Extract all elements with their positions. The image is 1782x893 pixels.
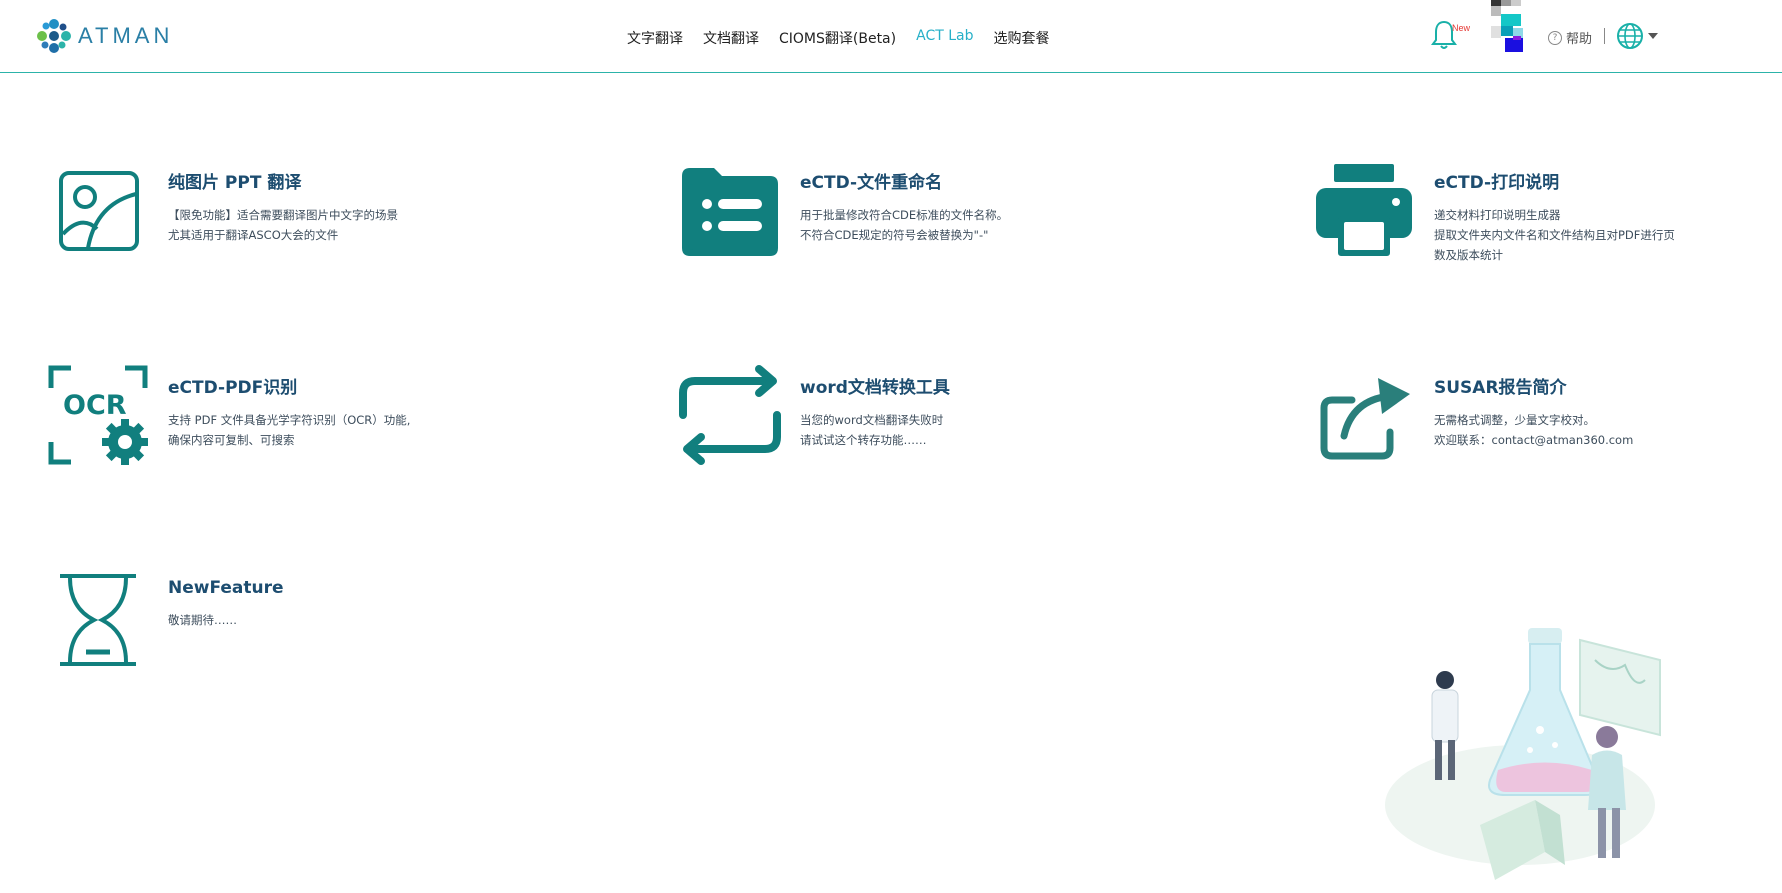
help-label: 帮助: [1566, 32, 1593, 47]
card-image-ppt-translate[interactable]: 纯图片 PPT 翻译 【限免功能】适合需要翻译图片中文字的场景 尤其适用于翻译A…: [46, 158, 418, 262]
card-title: NewFeature: [168, 578, 284, 598]
card-desc-line: 【限免功能】适合需要翻译图片中文字的场景: [168, 208, 398, 222]
nav-item-text-translate[interactable]: 文字翻译: [617, 24, 693, 52]
card-desc-line: 请试试这个转存功能……: [800, 433, 927, 447]
card-title: word文档转换工具: [800, 378, 950, 398]
card-ectd-pdf-ocr[interactable]: OCR eCTD-PDF识别 支持 PDF 文件具备光学字符识别（OCR）功能,…: [46, 363, 418, 467]
card-new-feature[interactable]: NewFeature 敬请期待……: [46, 568, 418, 672]
header-divider: [1604, 28, 1605, 44]
card-ectd-print-guide[interactable]: eCTD-打印说明 递交材料打印说明生成器 提取文件夹内文件名和文件结构且对PD…: [1312, 158, 1684, 265]
card-desc-line: 提取文件夹内文件名和文件结构且对PDF进行页数及版本统计: [1434, 228, 1675, 262]
logo[interactable]: ATMAN: [36, 18, 173, 54]
card-desc-line: 递交材料打印说明生成器: [1434, 208, 1561, 222]
main-nav: 文字翻译 文档翻译 CIOMS翻译(Beta) ACT Lab 选购套餐: [617, 24, 1059, 52]
avatar[interactable]: [1483, 0, 1531, 56]
card-title: eCTD-打印说明: [1434, 173, 1560, 193]
ocr-icon: OCR: [46, 363, 150, 467]
card-desc-line: 不符合CDE规定的符号会被替换为"-": [800, 228, 989, 242]
new-badge: New: [1452, 23, 1471, 33]
nav-item-act-lab[interactable]: ACT Lab: [906, 24, 983, 52]
language-switcher[interactable]: [1616, 22, 1658, 50]
card-title: eCTD-PDF识别: [168, 378, 298, 398]
card-ectd-rename[interactable]: eCTD-文件重命名 用于批量修改符合CDE标准的文件名称。 不符合CDE规定的…: [678, 158, 1050, 262]
repeat-arrows-icon: [678, 363, 782, 467]
card-desc-line: 欢迎联系：contact@atman360.com: [1434, 433, 1634, 447]
card-title: eCTD-文件重命名: [800, 173, 943, 193]
globe-icon: [1617, 23, 1643, 49]
nav-item-doc-translate[interactable]: 文档翻译: [693, 24, 769, 52]
card-word-converter[interactable]: word文档转换工具 当您的word文档翻译失败时 请试试这个转存功能……: [678, 363, 1050, 467]
nav-item-plans[interactable]: 选购套餐: [983, 24, 1059, 52]
top-header: ATMAN 文字翻译 文档翻译 CIOMS翻译(Beta) ACT Lab 选购…: [0, 0, 1782, 73]
card-desc-line: 用于批量修改符合CDE标准的文件名称。: [800, 208, 1009, 222]
card-title: SUSAR报告简介: [1434, 378, 1567, 398]
brand-name: ATMAN: [78, 23, 174, 48]
card-desc-line: 确保内容可复制、可搜索: [168, 433, 295, 447]
lab-illustration: [1385, 628, 1661, 880]
card-desc-line: 敬请期待……: [168, 613, 237, 627]
card-desc-line: 支持 PDF 文件具备光学字符识别（OCR）功能,: [168, 413, 411, 427]
question-circle-icon: ?: [1548, 30, 1562, 45]
printer-icon: [1312, 158, 1416, 262]
atman-logo-icon: [37, 19, 71, 53]
share-arrow-icon: [1312, 363, 1416, 467]
ocr-label: OCR: [63, 390, 127, 421]
card-desc-line: 当您的word文档翻译失败时: [800, 413, 944, 427]
nav-item-cioms-translate[interactable]: CIOMS翻译(Beta): [769, 24, 906, 52]
folder-list-icon: [678, 158, 782, 262]
image-icon: [46, 158, 150, 262]
card-desc-line: 无需格式调整，少量文字校对。: [1434, 413, 1595, 427]
hourglass-icon: [46, 568, 150, 672]
chevron-down-icon: [1648, 33, 1658, 39]
card-title: 纯图片 PPT 翻译: [168, 173, 302, 193]
card-desc-line: 尤其适用于翻译ASCO大会的文件: [168, 228, 339, 242]
card-susar-report[interactable]: SUSAR报告简介 无需格式调整，少量文字校对。 欢迎联系：contact@at…: [1312, 363, 1684, 467]
help-link[interactable]: ? 帮助: [1548, 28, 1592, 47]
